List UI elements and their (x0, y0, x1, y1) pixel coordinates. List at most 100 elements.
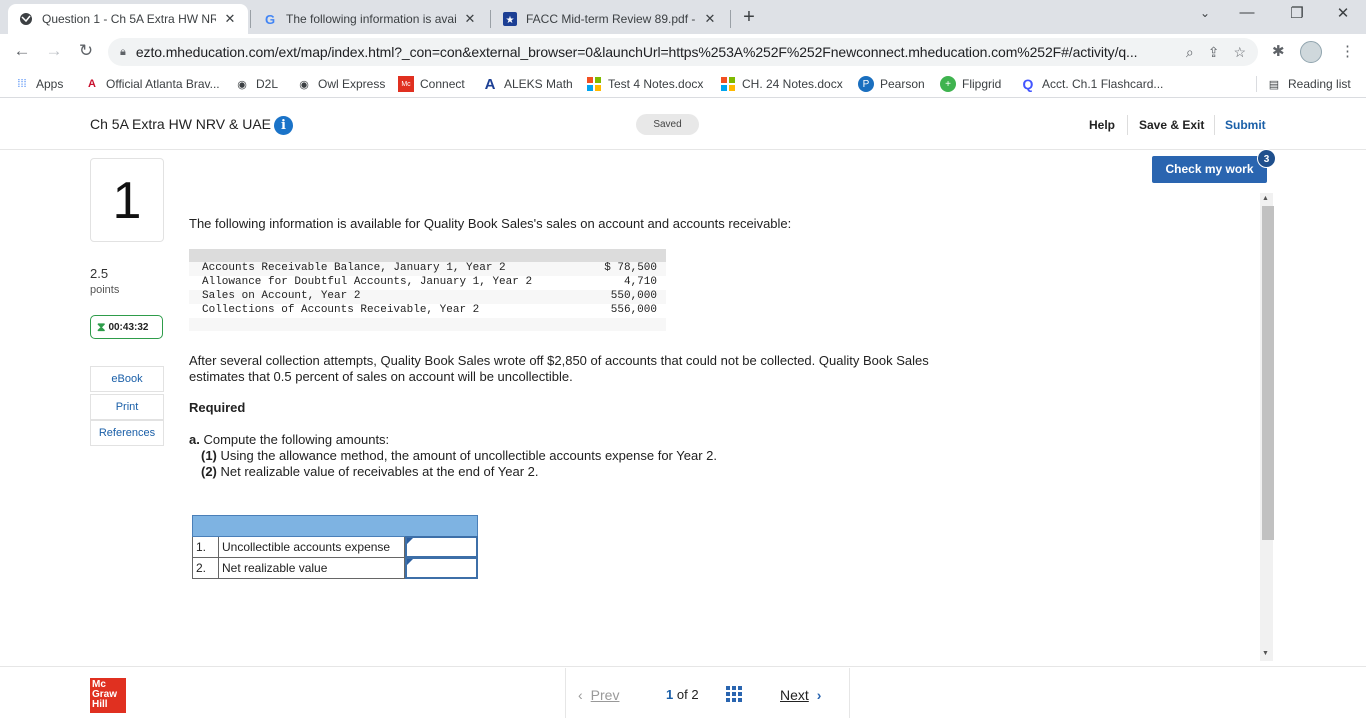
bookmark-aleks[interactable]: A ALEKS Math (482, 75, 573, 93)
menu-kebab-icon[interactable]: ⋮ (1340, 42, 1355, 60)
docx-icon (586, 76, 602, 92)
table-row: 2. Net realizable value (192, 557, 478, 579)
uncollectible-expense-input[interactable] (407, 538, 476, 556)
connect-icon: Mc (398, 76, 414, 92)
attempts-badge: 3 (1257, 149, 1276, 168)
forward-icon[interactable]: → (42, 41, 66, 61)
timer-value: 00:43:32 (108, 321, 149, 333)
bookmark-braves[interactable]: A Official Atlanta Brav... (84, 76, 220, 92)
chevron-left-icon: ‹ (578, 687, 583, 703)
row-label: Uncollectible accounts expense (219, 537, 405, 557)
browser-tab-strip: Question 1 - Ch 5A Extra HW NR ✕ G The f… (0, 0, 1366, 34)
sub-1-number: (1) (201, 448, 217, 463)
bookmark-label: Official Atlanta Brav... (106, 77, 220, 91)
prev-label: Prev (590, 687, 620, 703)
page-current: 1 (666, 687, 674, 702)
part-a-prefix: a. (189, 432, 200, 447)
pearson-icon: P (858, 76, 874, 92)
sub-question-1: (1) Using the allowance method, the amou… (201, 448, 717, 463)
bookmark-label: Acct. Ch.1 Flashcard... (1042, 77, 1164, 91)
back-icon[interactable]: ← (10, 41, 34, 61)
next-label: Next (780, 687, 809, 703)
apps-grid-icon: ⁞⁞⁞ (17, 78, 27, 90)
quizlet-icon: Q (1022, 76, 1034, 92)
bookmark-label: Connect (420, 77, 465, 91)
help-link[interactable]: Help (1089, 118, 1115, 132)
reading-list-label: Reading list (1288, 77, 1351, 91)
reading-list-button[interactable]: ▤ Reading list (1266, 76, 1351, 92)
close-tab-icon[interactable]: ✕ (702, 11, 718, 27)
sub-1-text: Using the allowance method, the amount o… (216, 448, 717, 463)
bookmark-label: Pearson (880, 77, 925, 91)
tab-pdf[interactable]: ★ FACC Mid-term Review 89.pdf - 8 ✕ (492, 4, 728, 34)
bookmark-label: D2L (256, 77, 279, 91)
aleks-icon: A (484, 75, 496, 93)
scroll-down-arrow-icon[interactable]: ▼ (1262, 650, 1269, 657)
search-icon[interactable]: ⌕ (1186, 44, 1194, 61)
prev-button[interactable]: ‹ Prev (578, 687, 619, 703)
scroll-up-arrow-icon[interactable]: ▲ (1262, 195, 1269, 202)
next-button[interactable]: Next › (780, 687, 821, 703)
close-tab-icon[interactable]: ✕ (462, 11, 478, 27)
minimize-icon[interactable]: — (1232, 4, 1262, 21)
bookmark-apps[interactable]: ⁞⁞⁞ Apps (14, 76, 63, 92)
bookmark-star-icon[interactable]: ☆ (1233, 44, 1246, 61)
part-a-instruction: a. Compute the following amounts: (189, 432, 389, 447)
print-button[interactable]: Print (90, 394, 164, 420)
row-number: 1. (193, 537, 219, 557)
tab-google-search[interactable]: G The following information is avai ✕ (252, 4, 488, 34)
page-total: 2 (691, 687, 699, 702)
new-tab-button[interactable]: + (738, 6, 760, 29)
tab-title: FACC Mid-term Review 89.pdf - 8 (526, 12, 696, 26)
assignment-title: Ch 5A Extra HW NRV & UAE (90, 116, 272, 132)
close-window-icon[interactable]: ✕ (1328, 4, 1358, 22)
submit-link[interactable]: Submit (1225, 118, 1266, 132)
ebook-button[interactable]: eBook (90, 366, 164, 392)
points-label: points (90, 284, 120, 296)
bookmark-test4-notes[interactable]: Test 4 Notes.docx (586, 76, 703, 92)
question-paragraph-line-1: After several collection attempts, Quali… (189, 353, 929, 368)
url-text[interactable]: ezto.mheducation.com/ext/map/index.html?… (136, 44, 1172, 60)
bookmark-label: Test 4 Notes.docx (608, 77, 704, 91)
table-row: Allowance for Doubtful Accounts, January… (189, 276, 666, 290)
references-button[interactable]: References (90, 420, 164, 446)
table-row: Sales on Account, Year 2 550,000 (189, 290, 666, 304)
bookmark-ch24-notes[interactable]: CH. 24 Notes.docx (720, 76, 843, 92)
info-icon[interactable]: i (274, 116, 293, 135)
avatar[interactable] (1300, 41, 1322, 63)
tab-search-icon[interactable]: ⌄ (1190, 6, 1220, 20)
row-label: Allowance for Doubtful Accounts, January… (202, 276, 533, 288)
bookmark-pearson[interactable]: P Pearson (858, 76, 925, 92)
share-icon[interactable]: ⇪ (1208, 44, 1220, 61)
tab-question-1[interactable]: Question 1 - Ch 5A Extra HW NR ✕ (8, 4, 248, 34)
row-number: 2. (193, 558, 219, 578)
bookmark-owl-express[interactable]: ◉ Owl Express (296, 76, 385, 92)
page-of: of (676, 687, 688, 702)
scrollbar-thumb[interactable] (1262, 206, 1274, 540)
bookmark-label: Apps (36, 77, 64, 91)
braves-logo-icon: A (88, 78, 96, 90)
bookmark-flipgrid[interactable]: + Flipgrid (940, 76, 1001, 92)
bookmark-label: Flipgrid (962, 77, 1002, 91)
row-value: $ 78,500 (604, 262, 657, 274)
address-bar[interactable]: 🔒︎ ezto.mheducation.com/ext/map/index.ht… (108, 38, 1258, 66)
question-number: 1 (90, 158, 164, 242)
bookmark-acct-flashcard[interactable]: Q Acct. Ch.1 Flashcard... (1020, 76, 1164, 92)
extensions-puzzle-icon[interactable]: ✱ (1272, 42, 1285, 60)
bookmarks-bar: ⁞⁞⁞ Apps A Official Atlanta Brav... ◉ D2… (0, 70, 1366, 98)
bookmark-d2l[interactable]: ◉ D2L (234, 76, 278, 92)
bookmark-connect[interactable]: Mc Connect (398, 76, 465, 92)
save-exit-link[interactable]: Save & Exit (1139, 118, 1204, 132)
net-realizable-value-input[interactable] (407, 559, 476, 577)
bookmark-label: ALEKS Math (504, 77, 573, 91)
check-my-work-button[interactable]: Check my work (1152, 156, 1267, 183)
restore-icon[interactable]: ❐ (1282, 4, 1312, 22)
reload-icon[interactable]: ↻ (74, 41, 98, 61)
table-row: 1. Uncollectible accounts expense (192, 536, 478, 558)
close-tab-icon[interactable]: ✕ (222, 11, 238, 27)
table-row: Collections of Accounts Receivable, Year… (189, 304, 666, 318)
question-paragraph-line-2: estimates that 0.5 percent of sales on a… (189, 369, 573, 384)
sub-question-2: (2) Net realizable value of receivables … (201, 464, 539, 479)
required-heading: Required (189, 400, 246, 415)
question-grid-icon[interactable] (726, 686, 742, 702)
